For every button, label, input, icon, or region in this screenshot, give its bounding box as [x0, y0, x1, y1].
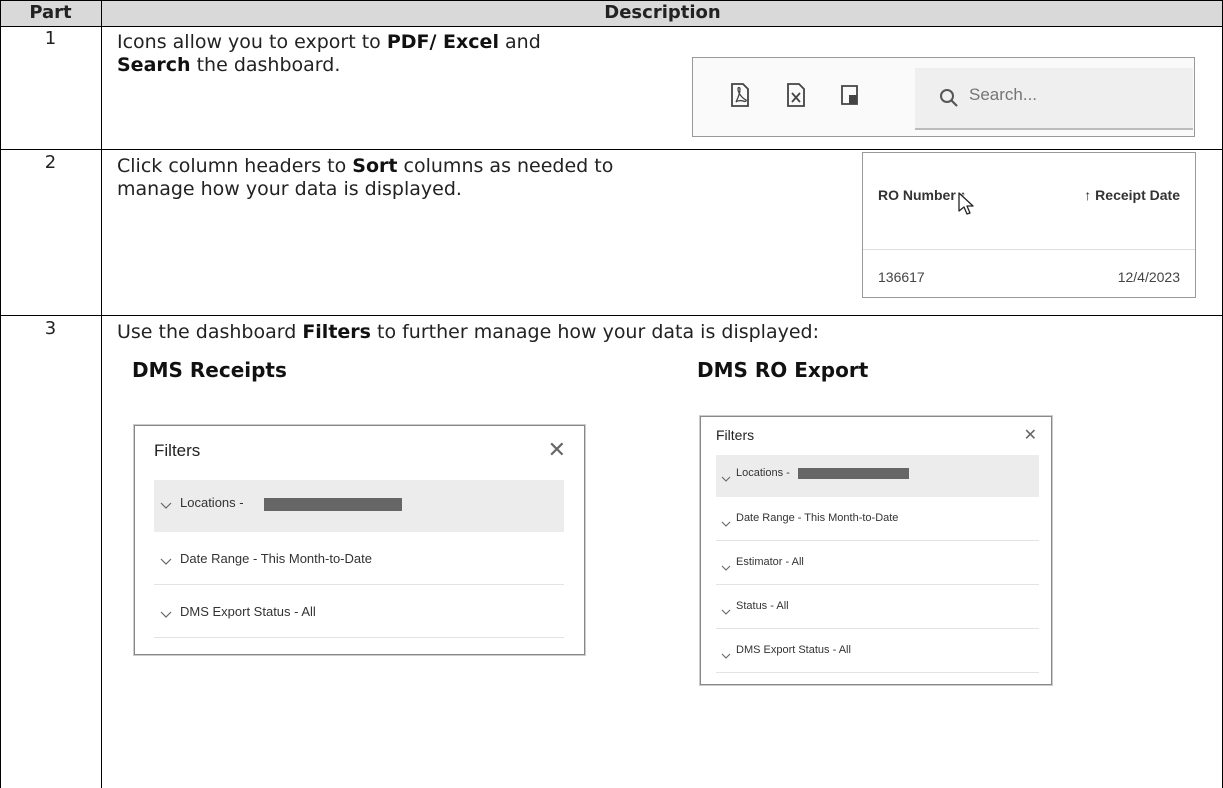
text: and: [498, 31, 541, 53]
header-part: Part: [0, 0, 101, 26]
chevron-down-icon: [160, 553, 172, 571]
text-bold: PDF/ Excel: [386, 31, 499, 53]
filter-row-dms-export-status[interactable]: DMS Export Status - All: [716, 629, 1039, 673]
row-1-description: Icons allow you to export to PDF/ Excel …: [117, 31, 541, 77]
pdf-export-icon[interactable]: [729, 82, 751, 108]
close-icon[interactable]: ✕: [1024, 425, 1037, 445]
column-header-receipt-date[interactable]: ↑ Receipt Date: [1084, 187, 1180, 203]
filter-row-date-range[interactable]: Date Range - This Month-to-Date: [154, 532, 564, 585]
filter-label: DMS Export Status - All: [736, 644, 851, 656]
redacted-value: [264, 498, 402, 511]
chevron-down-icon: [160, 606, 172, 624]
text-bold: Sort: [352, 155, 398, 177]
filter-row-locations[interactable]: Locations -: [716, 455, 1039, 497]
filter-label: Locations -: [180, 495, 244, 510]
filter-label: Locations -: [736, 467, 790, 479]
export-toolbar-screenshot: [692, 57, 1195, 137]
filter-label: Status - All: [736, 600, 789, 612]
search-icon: [940, 89, 958, 107]
grid-line: [0, 149, 1223, 150]
chevron-down-icon: [721, 603, 731, 621]
part-number: 3: [44, 318, 57, 339]
grid-line: [0, 315, 1223, 316]
cell-ro-number: 136617: [878, 269, 925, 285]
text: Click column headers to: [117, 155, 353, 177]
text: Use the dashboard: [117, 321, 303, 343]
sort-table-header: RO Number ↑ ↑ Receipt Date: [863, 153, 1195, 250]
redacted-value: [798, 468, 909, 479]
text: to further manage how your data is displ…: [370, 321, 819, 343]
chevron-down-icon: [721, 559, 731, 577]
text: Icons allow you to export to: [117, 31, 387, 53]
grid-line: [0, 26, 1223, 27]
text-bold: Filters: [302, 321, 371, 343]
header-description: Description: [102, 0, 1223, 26]
filter-row-status[interactable]: Status - All: [716, 585, 1039, 629]
grid-line: [0, 0, 1, 788]
text: columns as needed to: [397, 155, 614, 177]
filters-panel-dms-ro-export: Filters ✕ Locations - Date Range - This …: [700, 416, 1052, 685]
chevron-down-icon: [721, 647, 731, 665]
section-title-dms-ro-export: DMS RO Export: [697, 358, 869, 382]
cursor-arrow-icon: [958, 192, 974, 215]
grid-line: [0, 0, 1223, 1]
part-number: 2: [44, 152, 57, 173]
cell-receipt-date: 12/4/2023: [1117, 269, 1180, 285]
filters-title: Filters: [716, 427, 755, 443]
filter-label: DMS Export Status - All: [180, 604, 316, 619]
filter-row-dms-export-status[interactable]: DMS Export Status - All: [154, 585, 564, 638]
sort-table-screenshot: RO Number ↑ ↑ Receipt Date 136617 12/4/2…: [862, 152, 1196, 298]
column-header-ro-number[interactable]: RO Number ↑: [878, 187, 967, 203]
section-title-dms-receipts: DMS Receipts: [132, 358, 287, 382]
filter-label: Estimator - All: [736, 556, 804, 568]
filter-row-date-range[interactable]: Date Range - This Month-to-Date: [716, 497, 1039, 541]
search-field[interactable]: [915, 68, 1193, 130]
text-bold: Search: [117, 54, 191, 76]
chevron-down-icon: [721, 470, 731, 488]
filter-label: Date Range - This Month-to-Date: [180, 551, 372, 566]
close-icon[interactable]: ✕: [548, 437, 566, 463]
row-2-description: Click column headers to Sort columns as …: [117, 155, 613, 201]
chevron-down-icon: [721, 515, 731, 533]
filter-row-locations[interactable]: Locations -: [154, 480, 564, 532]
grid-line: [101, 0, 102, 788]
image-export-icon[interactable]: [839, 82, 861, 108]
row-3-description: Use the dashboard Filters to further man…: [117, 321, 819, 344]
text: the dashboard.: [190, 54, 341, 76]
excel-export-icon[interactable]: [785, 82, 807, 108]
text: manage how your data is displayed.: [117, 178, 462, 200]
filters-title: Filters: [154, 441, 201, 460]
filters-panel-dms-receipts: Filters ✕ Locations - Date Range - This …: [134, 425, 585, 655]
part-number: 1: [44, 28, 57, 49]
search-input[interactable]: [967, 84, 1151, 106]
filter-label: Date Range - This Month-to-Date: [736, 512, 899, 524]
chevron-down-icon: [160, 497, 172, 515]
filter-row-estimator[interactable]: Estimator - All: [716, 541, 1039, 585]
